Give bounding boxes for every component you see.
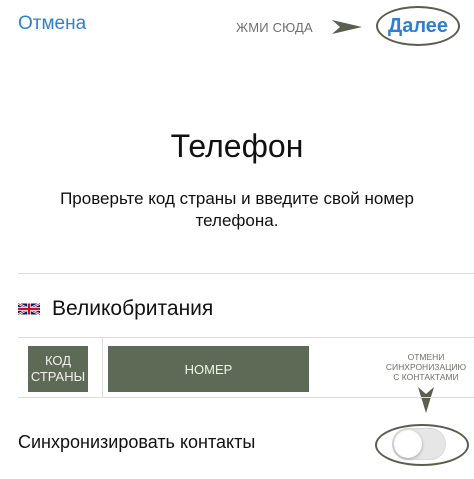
country-name: Великобритания [52,297,214,320]
divider [18,273,474,274]
divider [18,337,474,338]
cancel-button[interactable]: Отмена [18,13,86,35]
divider [18,397,474,398]
next-button[interactable]: Далее [388,15,448,38]
arrow-down-icon [418,387,434,413]
hint-cancel-sync: ОТМЕНИ СИНХРОНИЗАЦИЮ С КОНТАКТАМИ [384,352,468,382]
toggle-knob [394,430,422,458]
uk-flag-icon [18,302,40,316]
country-code-label-line1: КОД [44,353,72,368]
hint-cancel-sync-line3: С КОНТАКТАМИ [393,372,459,382]
next-button-highlight[interactable]: Далее [376,6,460,46]
country-code-label-line2: СТРАНЫ [30,369,86,384]
phone-number-label: НОМЕР [184,361,233,377]
country-selector[interactable]: Великобритания [18,292,213,326]
hint-cancel-sync-line1: ОТМЕНИ [407,352,445,362]
phone-number-field[interactable]: НОМЕР [108,346,309,392]
arrow-right-icon [332,20,362,34]
sync-contacts-label: Синхронизировать контакты [18,432,256,452]
page-subtitle: Проверьте код страны и введите свой номе… [60,189,414,230]
hint-press-here: ЖМИ СЮДА [236,20,313,35]
sync-contacts-toggle[interactable] [392,428,446,460]
hint-cancel-sync-line2: СИНХРОНИЗАЦИЮ [385,362,467,372]
page-title: Телефон [170,128,304,164]
country-code-field[interactable]: КОД СТРАНЫ [28,346,88,392]
field-divider [102,338,103,397]
